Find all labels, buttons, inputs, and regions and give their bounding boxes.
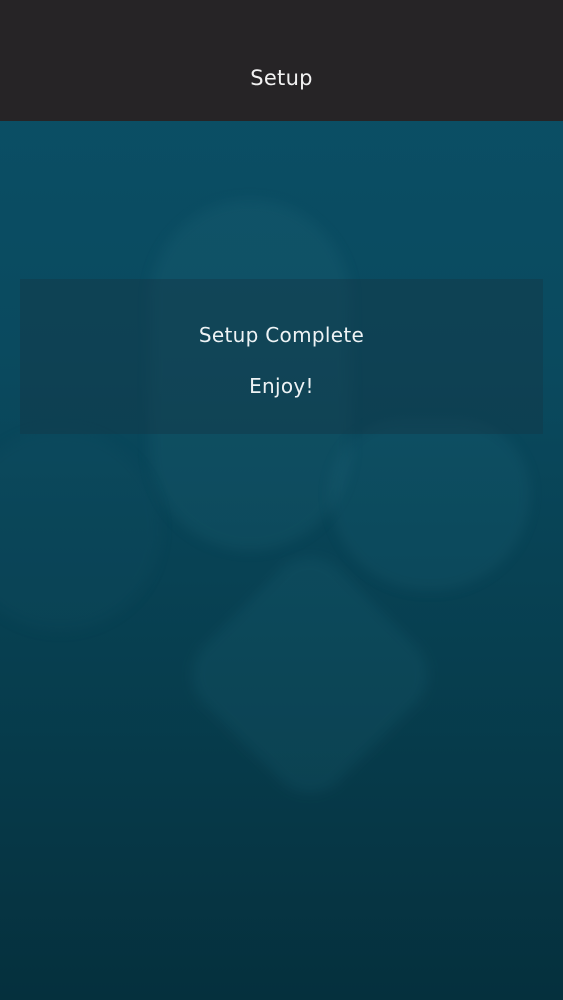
background-decoration xyxy=(330,420,530,590)
background-decoration xyxy=(0,430,160,630)
header-bar: Setup xyxy=(0,0,563,121)
page-title: Setup xyxy=(250,66,313,90)
enjoy-message: Enjoy! xyxy=(249,374,314,398)
setup-complete-message: Setup Complete xyxy=(198,323,365,347)
setup-screen: Setup Setup Complete Enjoy! xyxy=(0,0,563,1000)
setup-complete-panel: Setup Complete Enjoy! xyxy=(20,279,543,434)
